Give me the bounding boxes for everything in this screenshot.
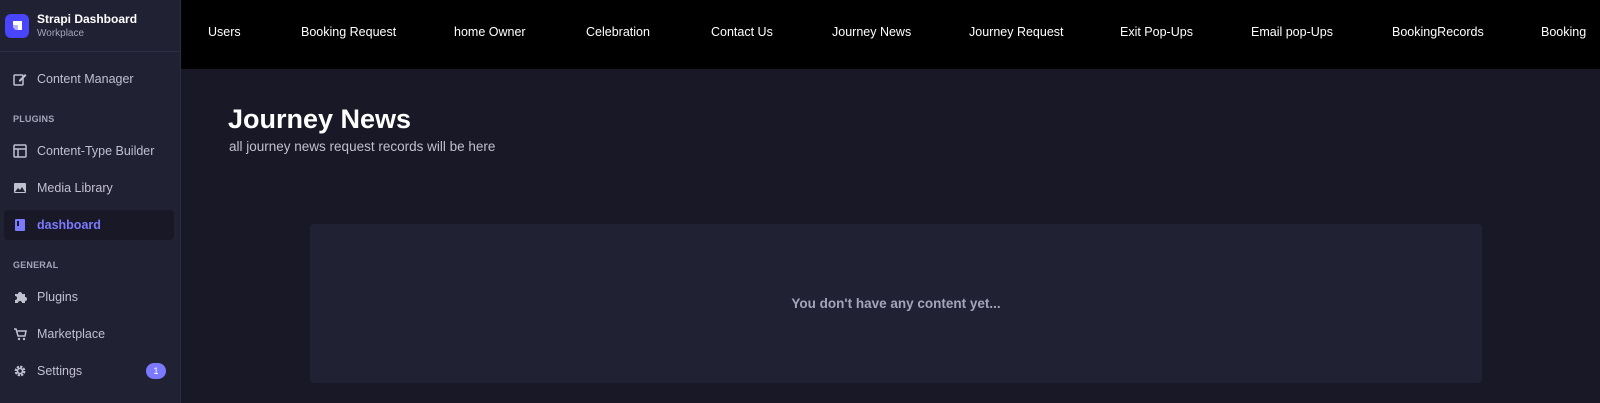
topnav-booking-request[interactable]: Booking Request — [301, 25, 396, 39]
sidebar-item-label: Plugins — [37, 290, 78, 304]
section-label-plugins: PLUGINS — [13, 114, 55, 124]
topnav-users[interactable]: Users — [208, 25, 241, 39]
topnav-contact-us[interactable]: Contact Us — [711, 25, 773, 39]
brand-title: Strapi Dashboard — [37, 11, 138, 26]
sidebar-item-label: Marketplace — [37, 327, 106, 341]
sidebar-item-label: Content Manager — [37, 72, 134, 86]
empty-state-message: You don't have any content yet... — [791, 296, 1001, 311]
sidebar-item-label: Content-Type Builder — [37, 144, 155, 158]
topnav-exit-pop-ups[interactable]: Exit Pop-Ups — [1120, 25, 1193, 39]
sidebar: Strapi Dashboard Workplace Content Manag… — [0, 0, 181, 403]
strapi-logo-icon — [5, 13, 29, 38]
page-subtitle: all journey news request records will be… — [229, 139, 496, 154]
image-icon — [13, 181, 27, 195]
gear-icon — [13, 364, 27, 378]
sidebar-item-label: dashboard — [37, 218, 101, 232]
topnav-booking-records[interactable]: BookingRecords — [1392, 25, 1484, 39]
sidebar-item-media-library[interactable]: Media Library — [4, 173, 174, 203]
topnav-email-pop-ups[interactable]: Email pop-Ups — [1251, 25, 1333, 39]
topnav-celebration[interactable]: Celebration — [586, 25, 650, 39]
sidebar-item-settings[interactable]: Settings 1 — [4, 356, 174, 386]
sidebar-item-content-manager[interactable]: Content Manager — [4, 64, 174, 94]
puzzle-piece-icon — [13, 290, 27, 304]
layout-icon — [13, 144, 27, 158]
page-title: Journey News — [228, 104, 412, 134]
notification-badge: 1 — [146, 363, 166, 379]
brand-header[interactable]: Strapi Dashboard Workplace — [0, 0, 180, 52]
topnav-journey-news[interactable]: Journey News — [832, 25, 911, 39]
sidebar-item-label: Settings — [37, 364, 83, 378]
top-navigation: Users Booking Request home Owner Celebra… — [181, 0, 1600, 69]
sidebar-item-dashboard[interactable]: dashboard — [4, 210, 174, 240]
topnav-booking[interactable]: Booking — [1541, 25, 1586, 39]
pen-to-square-icon — [13, 72, 27, 86]
sidebar-item-label: Media Library — [37, 181, 113, 195]
topnav-journey-request[interactable]: Journey Request — [969, 25, 1064, 39]
topnav-home-owner[interactable]: home Owner — [454, 25, 526, 39]
empty-state-card: You don't have any content yet... — [310, 224, 1482, 383]
book-icon — [13, 218, 27, 232]
sidebar-item-content-type-builder[interactable]: Content-Type Builder — [4, 136, 174, 166]
sidebar-item-plugins[interactable]: Plugins — [4, 282, 174, 312]
shopping-cart-icon — [13, 327, 27, 341]
section-label-general: GENERAL — [13, 260, 59, 270]
brand-subtitle: Workplace — [37, 27, 85, 39]
sidebar-item-marketplace[interactable]: Marketplace — [4, 319, 174, 349]
